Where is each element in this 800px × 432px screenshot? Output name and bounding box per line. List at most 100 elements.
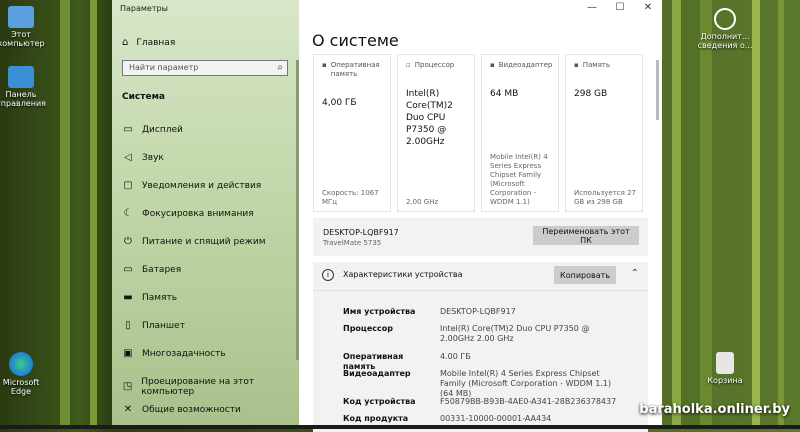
spec-value: DESKTOP-LQBF917: [440, 307, 516, 316]
ram-icon: ▪: [322, 61, 327, 69]
minimize-button[interactable]: —: [578, 0, 606, 18]
spec-key: Код продукта: [343, 414, 409, 423]
sidebar-item-sound[interactable]: ◁ Звук: [122, 152, 164, 164]
device-specs-title: Характеристики устройства: [343, 270, 463, 279]
copy-button[interactable]: Копировать: [554, 266, 616, 284]
info-desktop-icon[interactable]: Дополнит... сведения о...: [696, 8, 754, 50]
bamboo-stalk: [90, 0, 97, 429]
multitasking-icon: ▣: [123, 348, 133, 359]
sidebar-item-display[interactable]: ▭ Дисплей: [122, 124, 183, 136]
sidebar-item-label: Звук: [142, 153, 164, 163]
sidebar-item-shared[interactable]: ✕ Общие возможности: [122, 404, 241, 416]
spec-key: Имя устройства: [343, 307, 416, 316]
spec-value: 4.00 ГБ: [440, 352, 471, 361]
pc-model: TravelMate 5735: [323, 239, 382, 247]
sidebar-item-label: Планшет: [142, 321, 185, 331]
sound-icon: ◁: [124, 152, 132, 163]
sidebar-item-label: Питание и спящий режим: [142, 237, 266, 247]
sidebar-item-label: Дисплей: [142, 125, 183, 135]
cpu-card: ▫ Процессор Intel(R) Core(TM)2 Duo CPU P7…: [397, 54, 475, 212]
ram-card: ▪ Оперативная память 4,00 ГБ Скорость: 10…: [313, 54, 391, 212]
sidebar-item-label: Батарея: [142, 265, 182, 275]
card-footer: 2.00 GHz: [406, 198, 439, 206]
sidebar-item-notifications[interactable]: ▢ Уведомления и действия: [122, 180, 262, 192]
cpu-icon: ▫: [406, 61, 411, 69]
sidebar-item-label: Фокусировка внимания: [142, 209, 254, 219]
card-header: Оперативная память: [330, 61, 380, 78]
settings-window: Параметры ⌂ Главная Найти параметр ⌕ Сис…: [112, 0, 662, 432]
sidebar-item-focus[interactable]: ☾ Фокусировка внимания: [122, 208, 254, 220]
tablet-icon: ▯: [125, 320, 131, 331]
sidebar-item-label: Общие возможности: [142, 405, 241, 415]
card-footer: Скорость: 1067 МГц: [322, 189, 379, 206]
desktop-icon-label: Корзина: [707, 376, 743, 385]
search-input[interactable]: Найти параметр ⌕: [122, 60, 288, 76]
storage-icon: ▬: [123, 292, 133, 303]
sidebar-item-multitasking[interactable]: ▣ Многозадачность: [122, 348, 226, 360]
card-header: Видеоадаптер: [498, 61, 553, 69]
window-controls: — ☐ ✕: [578, 0, 662, 18]
sidebar-item-projecting[interactable]: ◳ Проецирование на этот компьютер: [122, 377, 299, 397]
sidebar-home[interactable]: ⌂ Главная: [122, 37, 175, 48]
spec-value: 00331-10000-00001-AA434: [440, 414, 552, 423]
search-placeholder: Найти параметр: [129, 63, 199, 72]
card-header: Память: [582, 61, 610, 69]
control-panel-desktop-icon[interactable]: Панель управления: [0, 66, 50, 108]
battery-icon: ▭: [123, 264, 133, 275]
bamboo-stalk: [60, 0, 70, 429]
chevron-up-icon[interactable]: ⌃: [631, 268, 639, 279]
display-icon: ▭: [123, 124, 133, 135]
card-header: Процессор: [414, 61, 455, 69]
sidebar-item-label: Уведомления и действия: [142, 181, 262, 191]
focus-icon: ☾: [123, 208, 133, 219]
search-icon: ⌕: [277, 62, 283, 73]
computer-icon: [8, 6, 34, 28]
device-specs-panel: i Характеристики устройства Копировать ⌃…: [313, 262, 648, 432]
info-icon: i: [322, 269, 334, 281]
desktop-icon-label: Microsoft Edge: [2, 378, 40, 396]
spec-value: Mobile Intel(R) 4 Series Express Chipset…: [440, 369, 612, 398]
pc-name-panel: DESKTOP-LQBF917 TravelMate 5735 Переимен…: [313, 218, 648, 256]
pc-name: DESKTOP-LQBF917: [323, 228, 399, 237]
gpu-card: ▪ Видеоадаптер 64 MB Mobile Intel(R) 4 Se…: [481, 54, 559, 212]
spec-key: Код устройства: [343, 397, 416, 406]
recycle-bin-desktop-icon[interactable]: Корзина: [696, 352, 754, 385]
sidebar-home-label: Главная: [136, 37, 176, 48]
this-pc-desktop-icon[interactable]: Этот компьютер: [0, 6, 50, 48]
taskbar[interactable]: [0, 425, 800, 429]
sidebar-item-label: Память: [142, 293, 178, 303]
edge-desktop-icon[interactable]: Microsoft Edge: [0, 352, 50, 396]
notifications-icon: ▢: [123, 180, 133, 191]
desktop-icon-label: Этот компьютер: [0, 30, 45, 48]
info-circle-icon: [714, 8, 736, 30]
bamboo-stalk: [672, 0, 681, 429]
rename-pc-button[interactable]: Переименовать этот ПК: [533, 226, 639, 245]
window-title: Параметры: [120, 4, 168, 13]
control-panel-icon: [8, 66, 34, 88]
sidebar-item-storage[interactable]: ▬ Память: [122, 292, 178, 304]
spec-value: F50879BB-B93B-4AE0-A341-28B236378437: [440, 397, 617, 406]
main-content: — ☐ ✕ О системе ▪ Оперативная память 4,00…: [299, 0, 662, 432]
sidebar-item-battery[interactable]: ▭ Батарея: [122, 264, 182, 276]
sidebar-item-label: Многозадачность: [142, 349, 226, 359]
projecting-icon: ◳: [122, 381, 133, 392]
desktop-icon-label: Дополнит... сведения о...: [697, 32, 753, 50]
shared-icon: ✕: [123, 404, 133, 415]
spec-value: Intel(R) Core(TM)2 Duo CPU P7350 @ 2.00G…: [440, 324, 590, 343]
edge-icon: [9, 352, 33, 376]
spec-key: Видеоадаптер: [343, 369, 411, 378]
card-footer: Mobile Intel(R) 4 Series Express Chipset…: [490, 153, 548, 206]
close-button[interactable]: ✕: [634, 0, 662, 18]
card-value: 298 GB: [574, 89, 608, 99]
sidebar-item-power[interactable]: ⏻ Питание и спящий режим: [122, 237, 266, 248]
card-footer: Используется 27 GB из 298 GB: [574, 189, 636, 206]
sidebar: Параметры ⌂ Главная Найти параметр ⌕ Сис…: [112, 0, 299, 429]
home-icon: ⌂: [122, 37, 129, 48]
content-scrollbar[interactable]: [656, 60, 659, 120]
sidebar-item-tablet[interactable]: ▯ Планшет: [122, 320, 185, 332]
device-specs-header[interactable]: i Характеристики устройства Копировать ⌃: [313, 262, 648, 291]
page-title: О системе: [312, 31, 399, 50]
maximize-button[interactable]: ☐: [606, 0, 634, 18]
sidebar-item-label: Проецирование на этот компьютер: [141, 377, 255, 397]
sidebar-section-title: Система: [122, 92, 165, 102]
